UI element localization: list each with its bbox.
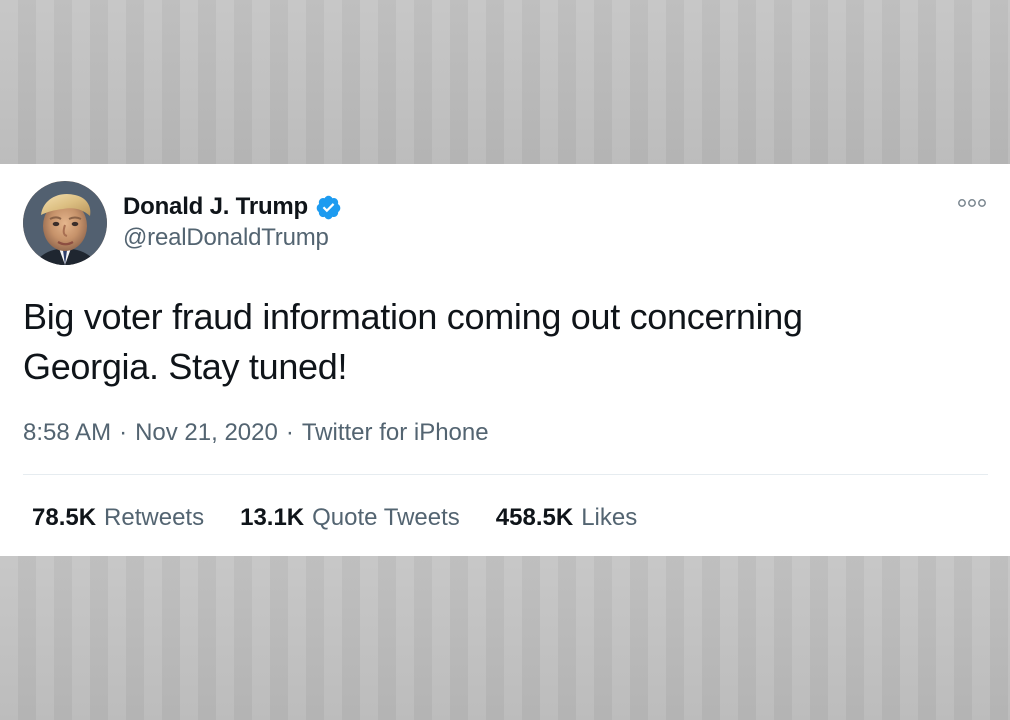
meta-separator-1: · bbox=[119, 419, 128, 446]
retweets-count: 78.5K bbox=[32, 504, 97, 531]
more-options-button[interactable] bbox=[956, 194, 988, 212]
likes-count: 458.5K bbox=[495, 504, 574, 531]
author-handle[interactable]: @realDonaldTrump bbox=[123, 224, 329, 252]
background-bottom bbox=[0, 556, 1010, 720]
author-avatar[interactable] bbox=[23, 181, 107, 265]
author-name[interactable]: Donald J. Trump bbox=[123, 193, 308, 221]
tweet-date[interactable]: Nov 21, 2020 bbox=[135, 419, 278, 447]
background-top bbox=[0, 0, 1010, 164]
tweet-time[interactable]: 8:58 AM bbox=[23, 419, 111, 447]
meta-separator-2: · bbox=[285, 419, 294, 446]
stats-divider bbox=[23, 474, 988, 475]
retweets-label: Retweets bbox=[104, 504, 205, 531]
tweet-text-line-2: Georgia. Stay tuned! bbox=[23, 346, 348, 387]
quote-tweets-stat[interactable]: 13.1K Quote Tweets bbox=[240, 504, 460, 532]
tweet-text: Big voter fraud information coming out c… bbox=[23, 292, 953, 392]
more-options-icon bbox=[958, 199, 986, 207]
verified-badge-icon bbox=[314, 193, 342, 221]
retweets-stat[interactable]: 78.5K Retweets bbox=[32, 504, 204, 532]
quote-tweets-count: 13.1K bbox=[240, 504, 305, 531]
likes-stat[interactable]: 458.5K Likes bbox=[496, 504, 637, 532]
tweet-card: Donald J. Trump @realDonaldTrump Big vot… bbox=[0, 164, 1010, 556]
tweet-text-line-1: Big voter fraud information coming out c… bbox=[23, 296, 803, 337]
tweet-stats-row: 78.5K Retweets 13.1K Quote Tweets 458.5K… bbox=[32, 502, 673, 534]
tweet-source[interactable]: Twitter for iPhone bbox=[302, 419, 489, 447]
likes-label: Likes bbox=[581, 504, 638, 531]
author-name-row: Donald J. Trump bbox=[123, 192, 342, 222]
tweet-meta-row: 8:58 AM · Nov 21, 2020 · Twitter for iPh… bbox=[23, 418, 489, 448]
quote-tweets-label: Quote Tweets bbox=[312, 504, 460, 531]
